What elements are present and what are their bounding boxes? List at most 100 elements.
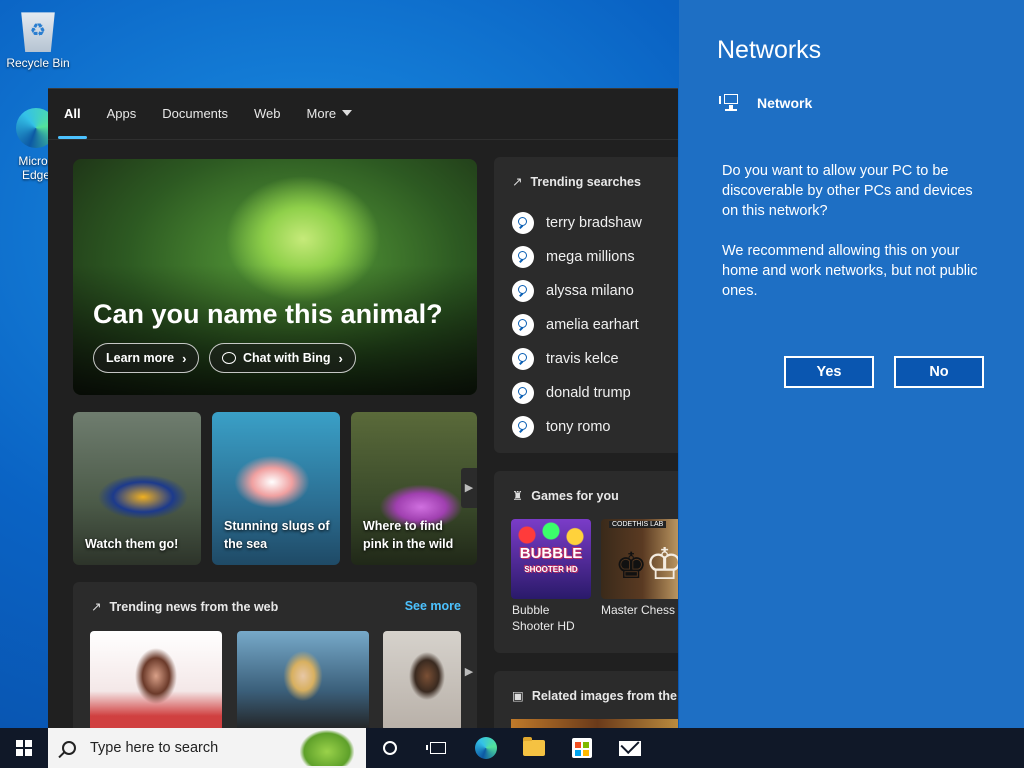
game-name-line1: Bubble [512,603,550,617]
file-explorer-button[interactable] [510,728,558,768]
start-icon [16,740,32,756]
no-button[interactable]: No [894,356,984,388]
trending-search-label: terry bradshaw [546,215,642,231]
trending-search-label: donald trump [546,385,631,401]
search-panel: All Apps Documents Web More Can you name… [48,88,678,729]
discoverable-recommendation: We recommend allowing this on your home … [722,243,978,299]
game-tile-bubble-shooter[interactable]: BUBBLE SHOOTER HD [511,519,591,599]
tab-all[interactable]: All [58,89,87,139]
tab-more[interactable]: More [307,89,353,139]
learn-more-button[interactable]: Learn more › [93,343,200,373]
flyout-title: Networks [717,36,822,64]
cortana-icon [383,741,397,755]
trending-search-item[interactable]: travis kelce [512,342,678,376]
tab-web[interactable]: Web [254,89,281,139]
game-name[interactable]: Master Chess [601,602,675,618]
cortana-button[interactable] [366,728,414,768]
search-icon [62,741,76,755]
scroll-right-icon[interactable]: ▶ [461,652,477,692]
related-images-card: ▣ Related images from the [494,671,678,729]
scroll-right-icon[interactable]: ▶ [461,468,477,508]
thumbnail-caption: Stunning slugs of the sea [224,519,330,551]
trending-news-header: ↗ Trending news from the web [91,599,278,614]
chat-with-bing-label: Chat with Bing [243,351,331,365]
hero-title: Can you name this animal? [93,299,443,329]
trending-icon: ↗ [91,600,102,614]
thumbnail-caption: Where to find pink in the wild [363,519,454,551]
network-item[interactable]: Network [719,94,812,112]
file-explorer-icon [523,737,545,756]
search-placeholder: Type here to search [90,740,219,756]
see-more-link[interactable]: See more [405,599,461,613]
thumbnail-caption: Watch them go! [85,537,179,551]
network-name: Network [757,95,813,111]
chevron-right-icon: › [338,350,343,366]
game-art-title: BUBBLE [519,545,583,562]
related-images-header: ▣ Related images from the [512,688,677,703]
trending-search-item[interactable]: terry bradshaw [512,206,678,240]
hero-card[interactable]: Can you name this animal? Learn more › C… [73,159,477,395]
search-icon [512,382,534,404]
chevron-down-icon [342,110,353,116]
learn-more-label: Learn more [106,351,175,365]
thumbnail-card[interactable]: Watch them go! [73,412,201,565]
game-tile-master-chess[interactable]: CODETHIS LAB ♚ ♔ [601,519,678,599]
game-art-tag: CODETHIS LAB [609,521,667,528]
trending-search-label: alyssa milano [546,283,634,299]
trending-search-label: amelia earhart [546,317,639,333]
chat-with-bing-button[interactable]: Chat with Bing › [209,343,356,373]
search-tabs: All Apps Documents Web More [48,89,678,140]
network-flyout: Networks Network Do you want to allow yo… [679,0,1024,728]
news-image[interactable] [237,631,369,729]
chess-king-icon: ♚ [615,545,648,586]
search-icon [512,416,534,438]
trending-news-title: Trending news from the web [109,600,279,614]
yes-button[interactable]: Yes [784,356,874,388]
trending-search-item[interactable]: mega millions [512,240,678,274]
games-card: ♜ Games for you BUBBLE SHOOTER HD Bubble S… [494,471,678,653]
taskbar-search-box[interactable]: Type here to search [48,728,366,768]
edge-taskbar-button[interactable] [462,728,510,768]
trending-searches-header: ↗ Trending searches [512,174,641,189]
recycle-bin-shortcut[interactable]: Recycle Bin [0,8,76,70]
taskbar: Type here to search [0,728,1024,768]
tab-apps[interactable]: Apps [107,89,137,139]
trending-news-card: ↗ Trending news from the web See more ▶ [73,582,477,729]
trending-search-label: travis kelce [546,351,619,367]
game-art-subtitle: SHOOTER HD [524,565,578,574]
trending-search-item[interactable]: tony romo [512,410,678,444]
search-icon [512,280,534,302]
trending-searches-title: Trending searches [530,175,641,189]
task-view-button[interactable] [414,728,462,768]
wired-network-icon [719,94,741,112]
game-name[interactable]: Bubble Shooter HD [512,602,575,634]
search-icon [512,348,534,370]
recycle-bin-label: Recycle Bin [6,56,70,70]
trending-search-item[interactable]: alyssa milano [512,274,678,308]
thumbnail-card[interactable]: Stunning slugs of the sea [212,412,340,565]
mail-icon [619,740,641,756]
start-button[interactable] [0,728,48,768]
chess-king-icon: ♔ [645,539,678,590]
edge-icon [475,737,497,759]
search-icon [512,314,534,336]
store-button[interactable] [558,728,606,768]
news-image[interactable] [90,631,222,729]
news-image[interactable] [383,631,461,729]
games-title: Games for you [531,489,619,503]
tab-documents[interactable]: Documents [162,89,228,139]
mail-button[interactable] [606,728,654,768]
search-highlight-image [300,730,354,766]
image-icon: ▣ [512,689,524,703]
discoverable-question: Do you want to allow your PC to be disco… [722,163,973,219]
chat-icon [222,352,236,364]
trending-search-label: tony romo [546,419,611,435]
trending-search-label: mega millions [546,249,635,265]
trending-search-item[interactable]: amelia earhart [512,308,678,342]
search-icon [512,212,534,234]
thumbnail-card[interactable]: ▶ Where to find pink in the wild [351,412,477,565]
trending-search-item[interactable]: donald trump [512,376,678,410]
search-icon [512,246,534,268]
game-piece-icon: ♜ [512,489,524,503]
trending-icon: ↗ [512,175,523,189]
